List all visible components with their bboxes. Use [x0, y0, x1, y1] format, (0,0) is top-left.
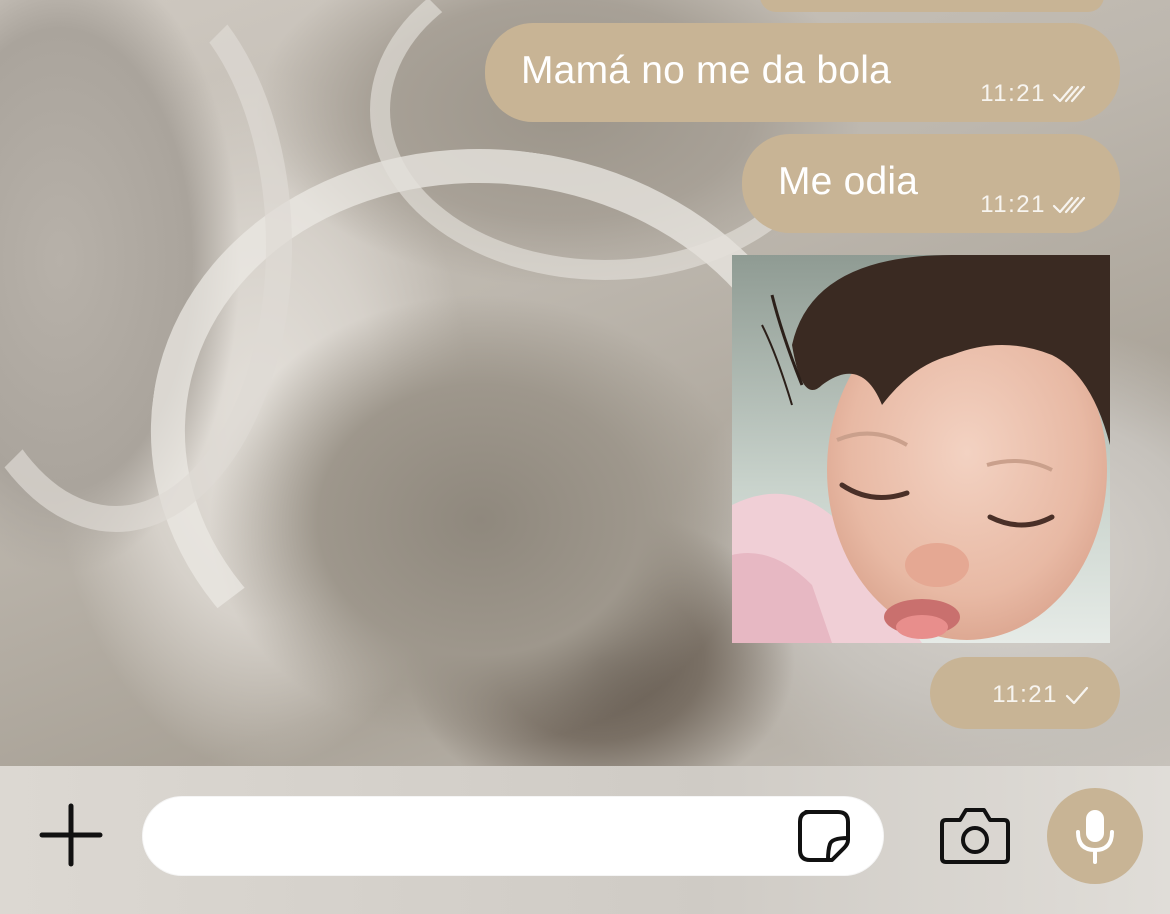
- message-time: 11:21: [992, 681, 1058, 708]
- double-check-icon: [1052, 83, 1086, 105]
- message-text: Me odia: [778, 160, 919, 203]
- message-meta: 11:21: [980, 191, 1086, 219]
- voice-record-button[interactable]: [1047, 788, 1143, 884]
- message-bubble[interactable]: Mamá no me da bola 11:21: [485, 23, 1120, 122]
- sticker-button[interactable]: [796, 808, 852, 864]
- message-meta: 11:21: [992, 681, 1090, 709]
- message-input[interactable]: [172, 796, 796, 878]
- attach-button[interactable]: [38, 802, 104, 868]
- camera-button[interactable]: [938, 804, 1012, 866]
- sticker-icon: [796, 810, 852, 868]
- message-time: 11:21: [980, 80, 1046, 107]
- message-time: 11:21: [980, 191, 1046, 218]
- message-bubble[interactable]: Me odia 11:21: [742, 134, 1120, 233]
- plus-icon: [38, 803, 104, 872]
- message-meta: 11:21: [980, 80, 1086, 108]
- camera-icon: [938, 808, 1012, 870]
- input-bar: [0, 766, 1170, 914]
- message-text: Mamá no me da bola: [521, 49, 891, 92]
- previous-message-bubble[interactable]: [760, 0, 1104, 12]
- double-check-icon: [1052, 194, 1086, 216]
- message-compose-field[interactable]: [142, 796, 884, 878]
- single-check-icon: [1064, 684, 1090, 706]
- image-message-meta-bubble: 11:21: [930, 657, 1120, 729]
- image-message[interactable]: [732, 255, 1110, 643]
- chat-screen: Mamá no me da bola 11:21 Me odia 11:21 1…: [0, 0, 1170, 914]
